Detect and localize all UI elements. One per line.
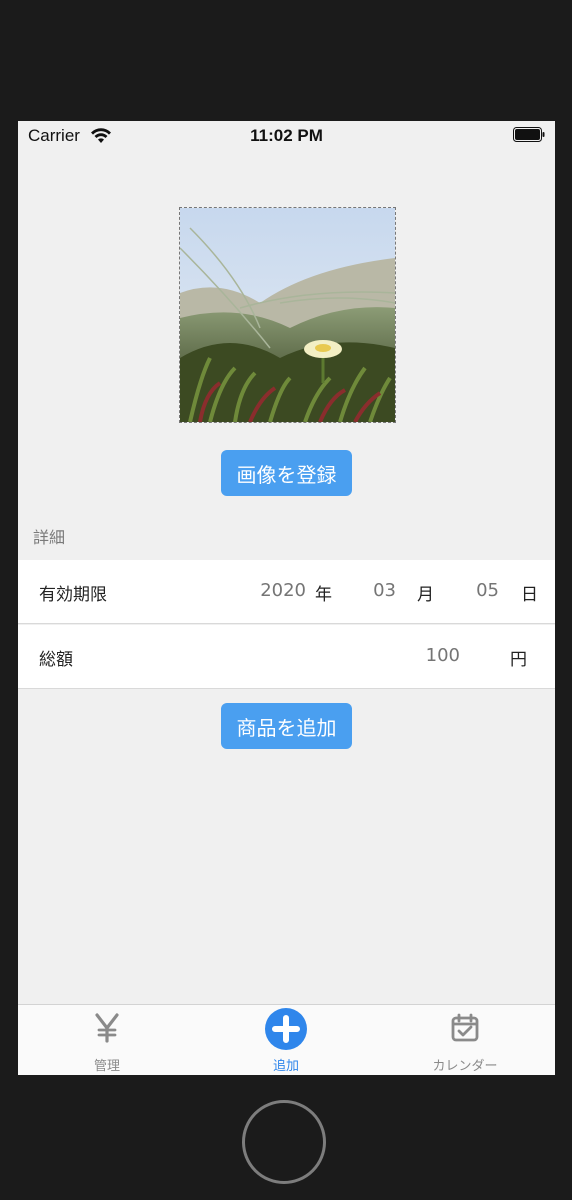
register-image-button[interactable]: 画像を登録 [221,450,352,496]
expiry-month-field[interactable] [358,580,396,601]
flower-photo-image [180,208,395,422]
year-unit-label: 年 [315,585,332,605]
add-item-button[interactable]: 商品を追加 [221,703,352,749]
day-unit-label: 日 [521,585,538,605]
month-unit-label: 月 [417,585,434,605]
calendar-check-icon [451,1013,479,1042]
total-row: 総額 円 [18,625,555,689]
tab-manage[interactable]: 管理 [37,1005,177,1075]
tab-add-label: 追加 [272,1059,299,1074]
details-section-header: 詳細 [33,528,66,547]
total-amount-field[interactable] [398,645,460,666]
expiry-day-field[interactable] [461,580,499,601]
battery-icon [513,127,545,142]
plus-circle-icon [265,1008,307,1050]
tab-calendar[interactable]: カレンダー [395,1005,535,1075]
home-button[interactable] [242,1100,326,1184]
expiry-label: 有効期限 [39,585,107,605]
clock: 11:02 PM [250,126,323,145]
tab-add[interactable]: 追加 [216,1005,356,1075]
yen-unit-label: 円 [510,650,527,670]
total-label: 総額 [39,650,73,670]
item-photo[interactable] [179,207,396,423]
app-screen: Carrier 11:02 PM 画像を登録 詳細 有効期限 2020 年 03… [18,121,555,1075]
tab-bar: 管理 追加 カレンダー [18,1004,555,1075]
expiry-row: 有効期限 年 月 日 [18,560,555,624]
tab-calendar-label: カレンダー [432,1059,498,1074]
expiry-year-field[interactable] [238,580,306,601]
status-bar: Carrier 11:02 PM [18,121,555,151]
tab-manage-label: 管理 [93,1059,120,1074]
yen-icon [95,1013,119,1043]
